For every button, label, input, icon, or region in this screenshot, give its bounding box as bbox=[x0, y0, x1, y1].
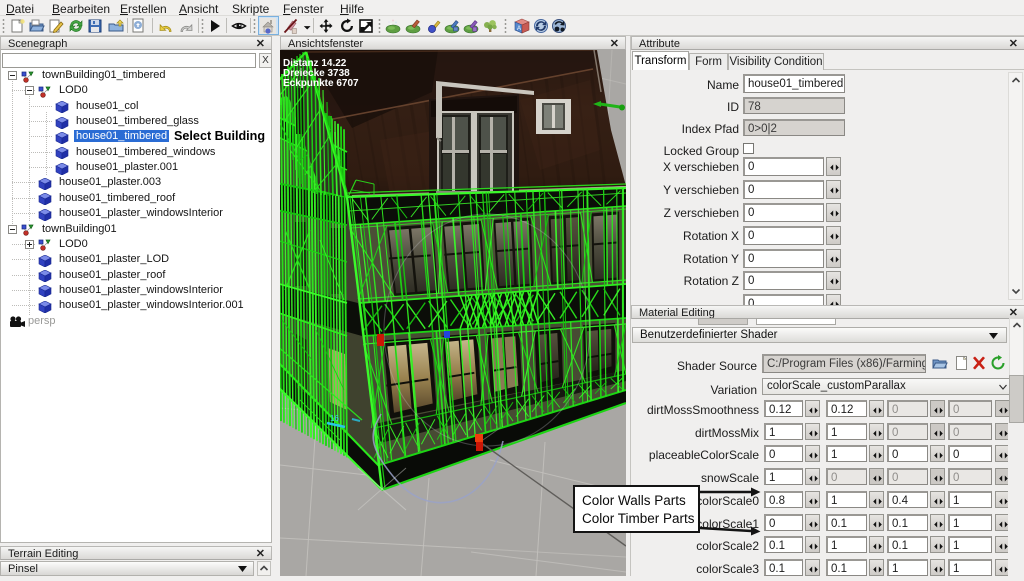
svg-text:Eckpunkte 6707: Eckpunkte 6707 bbox=[283, 78, 359, 89]
svg-text:16: 16 bbox=[330, 414, 339, 423]
svg-text:A: A bbox=[517, 26, 521, 32]
